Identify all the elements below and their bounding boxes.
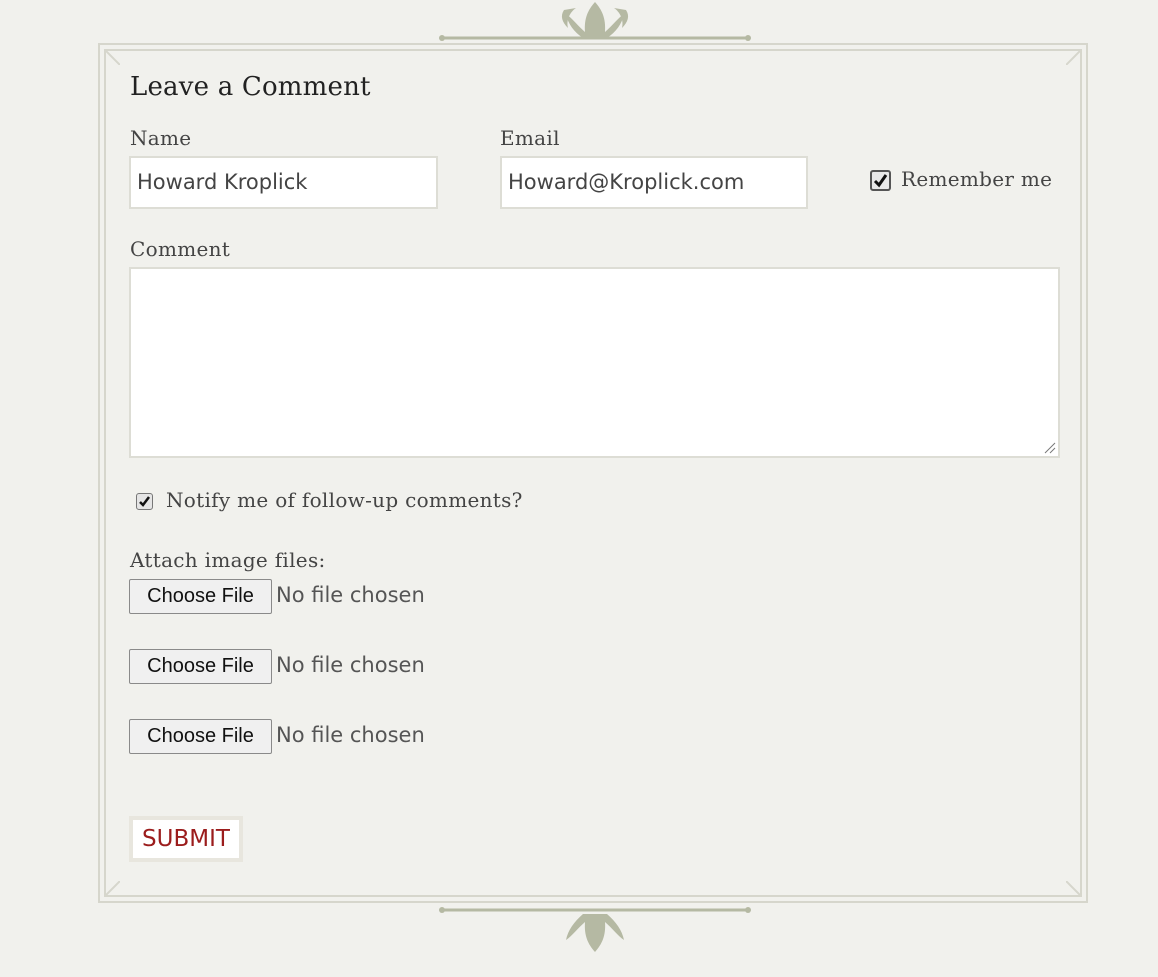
remember-me-checkbox[interactable] xyxy=(870,170,891,191)
choose-file-button[interactable]: Choose File xyxy=(129,579,272,614)
submit-label: SUBMIT xyxy=(142,826,230,852)
email-field[interactable]: Howard@Kroplick.com xyxy=(500,156,808,209)
email-label: Email xyxy=(500,126,560,150)
corner-ornament-icon xyxy=(104,881,120,897)
resize-grip-icon[interactable] xyxy=(1044,442,1056,454)
attach-label: Attach image files: xyxy=(130,548,326,572)
file-status: No file chosen xyxy=(276,653,425,677)
comment-textarea[interactable] xyxy=(129,267,1060,458)
comment-label: Comment xyxy=(130,237,231,261)
bottom-ornament-icon xyxy=(438,904,752,954)
choose-file-button[interactable]: Choose File xyxy=(129,719,272,754)
corner-ornament-icon xyxy=(104,49,120,65)
notify-checkbox[interactable] xyxy=(136,493,153,510)
submit-button[interactable]: SUBMIT xyxy=(129,816,243,862)
form-title: Leave a Comment xyxy=(130,72,371,102)
choose-file-button[interactable]: Choose File xyxy=(129,649,272,684)
corner-ornament-icon xyxy=(1066,49,1082,65)
checkmark-icon xyxy=(139,496,150,507)
name-field[interactable]: Howard Kroplick xyxy=(129,156,438,209)
comment-page: Leave a Comment Name Howard Kroplick Ema… xyxy=(0,0,1158,977)
remember-me-label: Remember me xyxy=(901,167,1053,191)
file-status: No file chosen xyxy=(276,583,425,607)
file-status: No file chosen xyxy=(276,723,425,747)
checkmark-icon xyxy=(873,174,888,188)
name-label: Name xyxy=(130,126,192,150)
notify-label: Notify me of follow-up comments? xyxy=(166,488,523,512)
corner-ornament-icon xyxy=(1066,881,1082,897)
